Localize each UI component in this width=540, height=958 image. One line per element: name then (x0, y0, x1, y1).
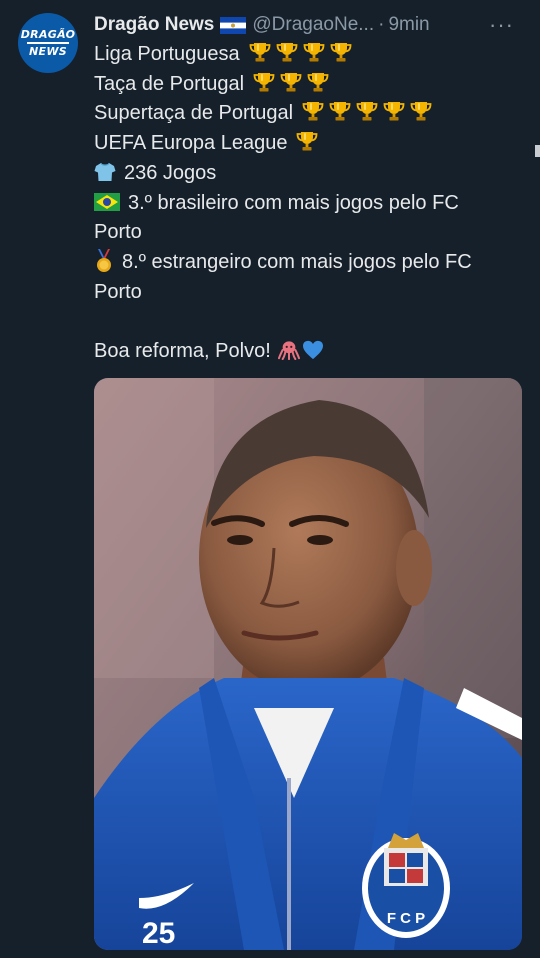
title-line-supertaca: Supertaça de Portugal (94, 99, 530, 129)
title-taca-label: Taça de Portugal (94, 72, 245, 95)
trophy-icon (275, 41, 299, 63)
avatar-text-line1: DRAGÃO (20, 28, 76, 41)
crest-text: F C P (387, 910, 425, 927)
trophy-icon (279, 71, 303, 93)
shirt-icon (94, 162, 116, 181)
tweet-header: Dragão News @DragaoNe... · 9min ··· (94, 10, 524, 40)
stat-foreign-line: 8.º estrangeiro com mais jogos pelo FC (94, 248, 530, 278)
closing-line: Boa reforma, Polvo! (94, 337, 530, 367)
closing-text: Boa reforma, Polvo! (94, 340, 271, 363)
avatar[interactable]: DRAGÃO NEWS (18, 13, 78, 73)
title-liga-label: Liga Portuguesa (94, 43, 240, 65)
title-line-taca: Taça de Portugal (94, 70, 530, 100)
scroll-indicator[interactable] (535, 145, 540, 157)
title-supertaca-label: Supertaça de Portugal (94, 102, 294, 125)
author-handle[interactable]: @DragaoNe... (252, 14, 374, 36)
avatar-text-line2: NEWS (29, 45, 67, 58)
stat-games: 236 Jogos (124, 161, 217, 184)
trophy-icon (302, 41, 326, 63)
author-name[interactable]: Dragão News (94, 14, 214, 36)
tweet-text: Liga Portuguesa Taça de Portugal Superta… (94, 40, 530, 367)
trophy-icon (295, 130, 319, 152)
title-europa-label: UEFA Europa League (94, 132, 288, 155)
tweet-photo[interactable]: 25 F C P (94, 378, 522, 950)
stat-foreign-text-1: 8.º estrangeiro com mais jogos pelo FC (122, 250, 472, 273)
stat-brazilian-text-1: 3.º brasileiro com mais jogos pelo FC (128, 191, 459, 214)
medal-icon (97, 248, 111, 272)
timestamp[interactable]: 9min (388, 14, 429, 36)
player-portrait: 25 F C P (94, 378, 522, 950)
octopus-icon (278, 341, 301, 361)
avatar-divider (27, 42, 69, 44)
jersey-number: 25 (142, 917, 175, 950)
separator-dot: · (378, 14, 385, 35)
trophy-icon (329, 41, 353, 63)
stat-foreign-text-2: Porto (94, 280, 142, 303)
title-line-europa: UEFA Europa League (94, 129, 530, 159)
trophy-icon (252, 71, 276, 93)
blue-heart-icon (303, 340, 324, 360)
trophy-icon (382, 100, 406, 122)
trophy-icon (248, 41, 272, 63)
stat-brazilian-line: 3.º brasileiro com mais jogos pelo FC (94, 189, 530, 219)
trophy-icon (409, 100, 433, 122)
more-icon[interactable]: ··· (489, 12, 514, 38)
salvadoran-flag-icon (220, 16, 247, 34)
brazil-flag-icon (94, 192, 120, 211)
trophy-icon (306, 71, 330, 93)
stat-games-line: 236 Jogos (94, 159, 530, 189)
title-line-liga: Liga Portuguesa (94, 40, 530, 70)
trophy-icon (301, 100, 325, 122)
trophy-icon (355, 100, 379, 122)
trophy-icon (328, 100, 352, 122)
stat-brazilian-text-2: Porto (94, 221, 142, 244)
